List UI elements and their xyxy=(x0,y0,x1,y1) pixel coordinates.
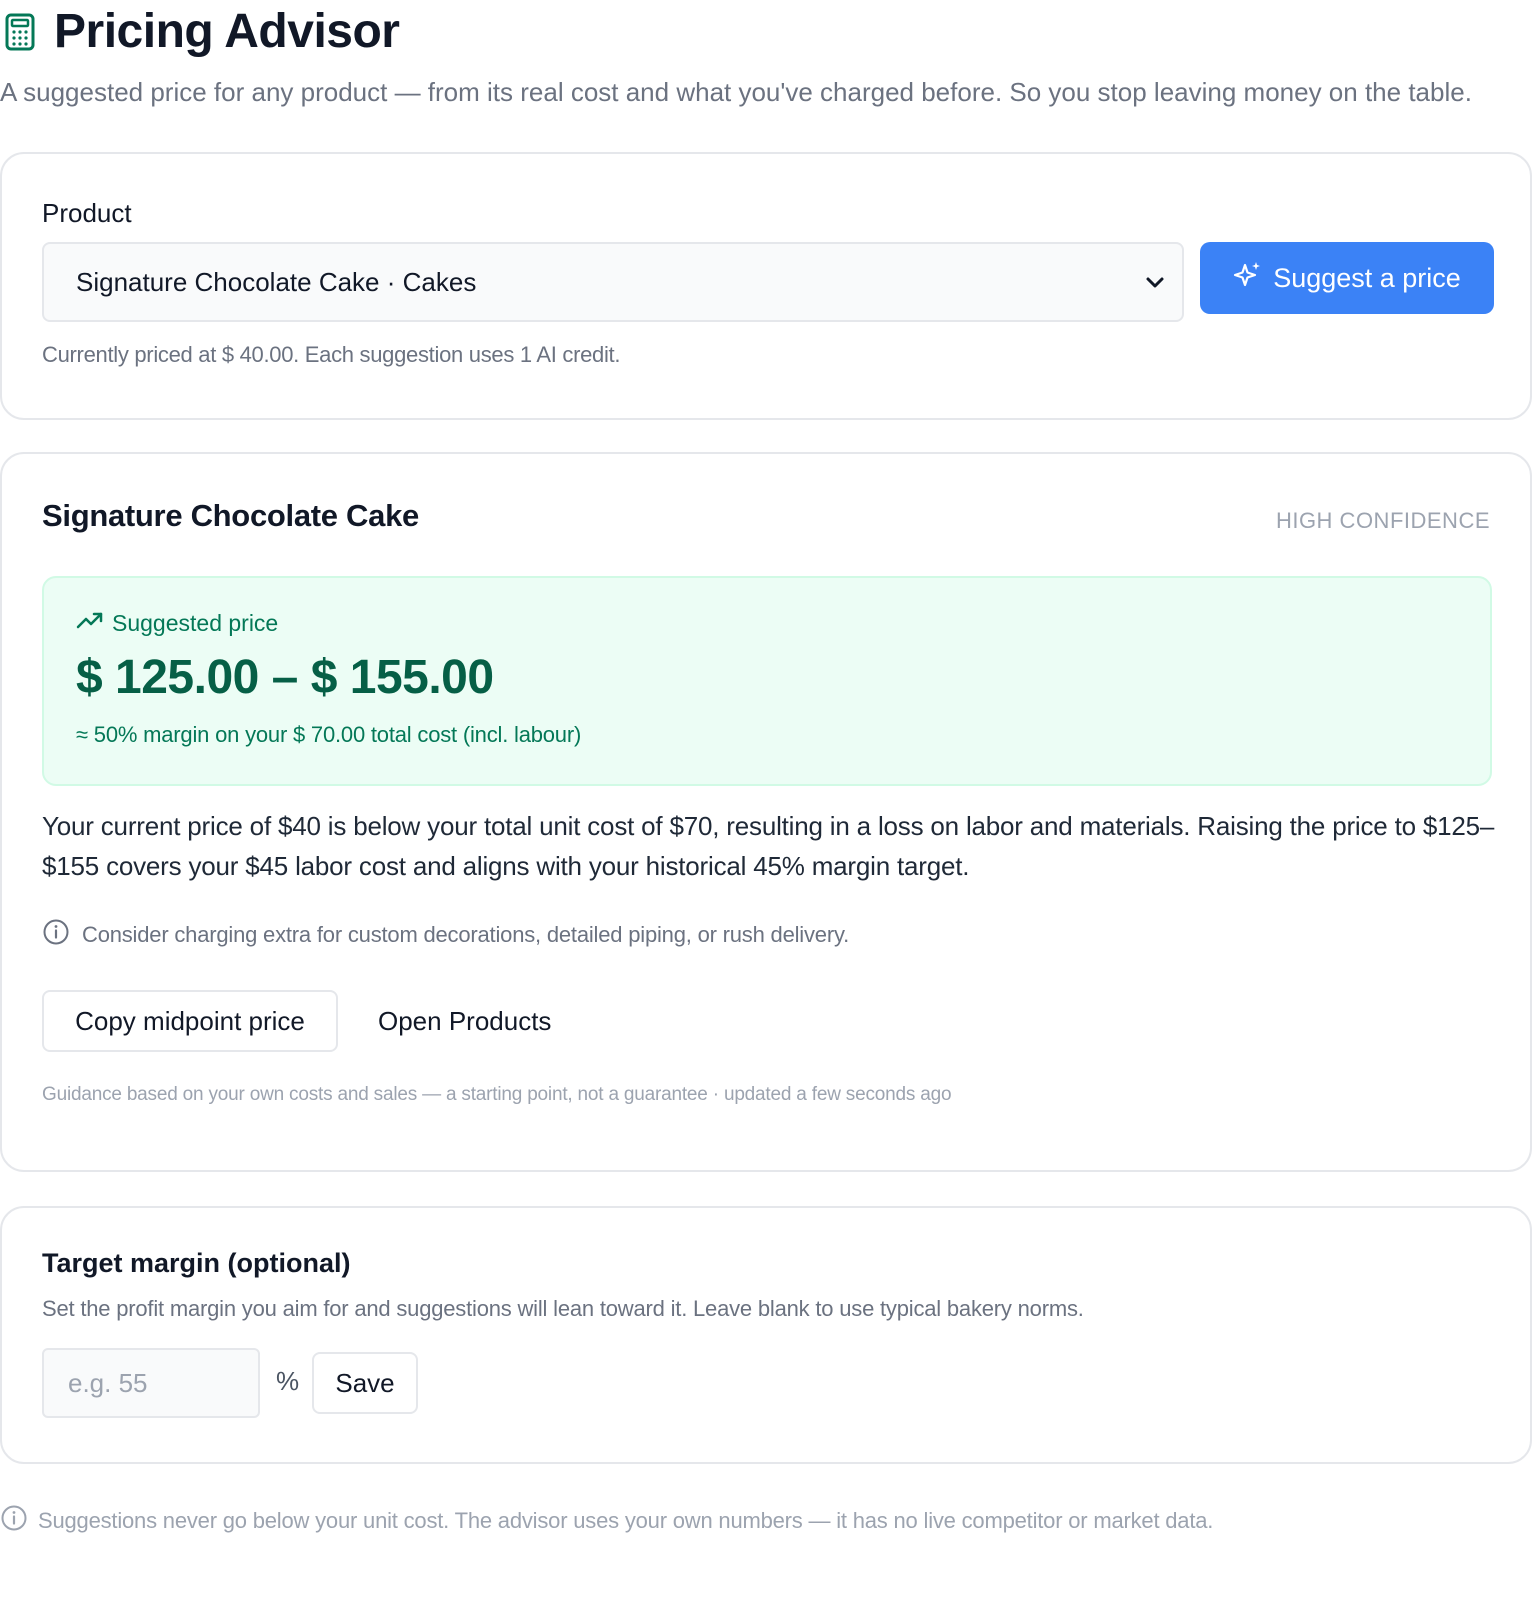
suggest-price-button[interactable]: Suggest a price xyxy=(1200,242,1494,314)
product-select-value: Signature Chocolate Cake · Cakes xyxy=(76,266,477,297)
product-label: Product xyxy=(42,198,132,228)
target-margin-description: Set the profit margin you aim for and su… xyxy=(42,1296,1084,1321)
bottom-disclaimer-text: Suggestions never go below your unit cos… xyxy=(38,1508,1214,1533)
bottom-disclaimer: Suggestions never go below your unit cos… xyxy=(0,1504,1213,1538)
target-margin-input[interactable] xyxy=(42,1348,260,1418)
page-title: Pricing Advisor xyxy=(54,5,400,58)
sparkles-icon xyxy=(1233,260,1263,297)
open-products-link[interactable]: Open Products xyxy=(378,998,551,1044)
result-card: Signature Chocolate Cake HIGH CONFIDENCE… xyxy=(0,452,1532,1172)
page-header: Pricing Advisor xyxy=(4,4,400,60)
chevron-down-icon xyxy=(1142,270,1168,296)
info-icon xyxy=(42,918,70,952)
pricing-tip: Consider charging extra for custom decor… xyxy=(42,918,849,952)
result-footnote: Guidance based on your own costs and sal… xyxy=(42,1084,952,1105)
percent-unit: % xyxy=(276,1366,300,1396)
price-explanation: Your current price of $40 is below your … xyxy=(42,811,1495,881)
suggested-price-panel: Suggested price $ 125.00 – $ 155.00 ≈ 50… xyxy=(42,576,1492,786)
trending-up-icon xyxy=(76,610,104,637)
product-select[interactable]: Signature Chocolate Cake · Cakes xyxy=(42,242,1184,322)
margin-note: ≈ 50% margin on your $ 70.00 total cost … xyxy=(76,722,582,747)
result-product-name: Signature Chocolate Cake xyxy=(42,498,419,533)
suggest-price-label: Suggest a price xyxy=(1273,262,1461,293)
suggested-price-range: $ 125.00 – $ 155.00 xyxy=(76,651,494,704)
pricing-advisor-page: Pricing Advisor A suggested price for an… xyxy=(0,0,1536,1610)
target-margin-title: Target margin (optional) xyxy=(42,1248,351,1278)
suggested-price-label: Suggested price xyxy=(112,610,279,636)
pricing-tip-text: Consider charging extra for custom decor… xyxy=(82,922,850,947)
save-margin-button[interactable]: Save xyxy=(312,1352,418,1414)
page-subtitle: A suggested price for any product — from… xyxy=(0,77,1472,107)
product-hint: Currently priced at $ 40.00. Each sugges… xyxy=(42,342,621,367)
product-card: Product Signature Chocolate Cake · Cakes… xyxy=(0,152,1532,420)
copy-midpoint-button[interactable]: Copy midpoint price xyxy=(42,990,338,1052)
confidence-badge: HIGH CONFIDENCE xyxy=(1275,508,1490,533)
info-icon xyxy=(0,1504,28,1538)
calculator-icon xyxy=(4,12,36,52)
suggested-price-heading: Suggested price xyxy=(76,610,278,637)
target-margin-card: Target margin (optional) Set the profit … xyxy=(0,1206,1532,1464)
